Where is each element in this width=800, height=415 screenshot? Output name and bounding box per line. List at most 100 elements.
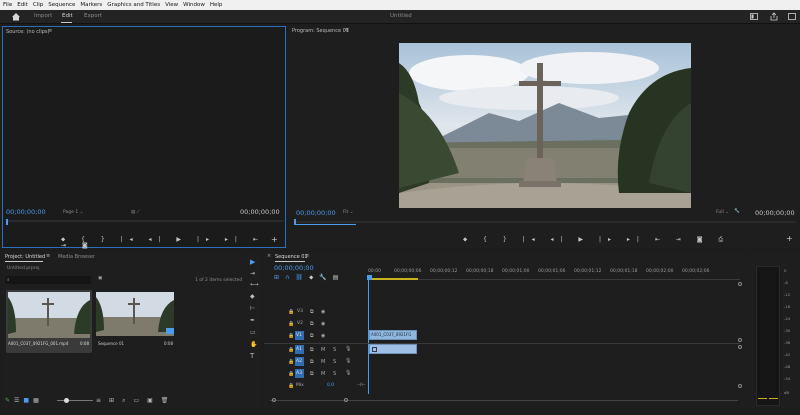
- track-target-a1[interactable]: A1: [295, 345, 304, 354]
- menu-window[interactable]: Window: [183, 2, 205, 8]
- solo-button[interactable]: S: [333, 347, 336, 353]
- project-item-sequence[interactable]: Sequence 01 0:08: [96, 290, 176, 353]
- sort-icon[interactable]: ≡: [96, 397, 109, 404]
- menu-clip[interactable]: Clip: [33, 2, 43, 8]
- sync-lock-icon[interactable]: ⧉: [310, 371, 314, 377]
- timeline-horizontal-scrollbar[interactable]: [270, 400, 738, 401]
- sync-lock-icon[interactable]: ⧉: [310, 347, 314, 353]
- tab-edit[interactable]: Edit: [62, 13, 73, 19]
- nest-icon[interactable]: ⊞: [274, 274, 285, 281]
- track-select-tool-icon[interactable]: ⇥: [250, 270, 255, 277]
- microphone-icon[interactable]: 🎙: [345, 370, 351, 376]
- source-timecode-left[interactable]: 00;00;00;00: [6, 208, 46, 216]
- scrollbar-handle-right[interactable]: [344, 398, 348, 402]
- rectangle-tool-icon[interactable]: ▭: [250, 329, 256, 336]
- timeline-toolbar[interactable]: ⊞∩⛓⬥🔧▤: [274, 274, 344, 282]
- wrench-icon[interactable]: 🔧: [734, 209, 740, 214]
- program-fit-select[interactable]: Fit ⌄: [343, 210, 353, 215]
- timeline-video-clip[interactable]: A001_C037_0921FG: [369, 330, 417, 340]
- program-add-button[interactable]: +: [786, 235, 793, 243]
- workspace-icon[interactable]: [750, 13, 758, 20]
- edit-pencil-icon[interactable]: ✎: [5, 397, 14, 404]
- freeform-view-icon[interactable]: ▦: [33, 397, 43, 404]
- timeline-audio-clip[interactable]: [369, 344, 417, 354]
- program-playhead[interactable]: [294, 219, 296, 225]
- new-bin-icon[interactable]: ▭: [133, 397, 147, 404]
- panel-menu-icon[interactable]: ≡: [46, 253, 50, 259]
- new-bin-icon[interactable]: ▣: [98, 276, 102, 281]
- mute-button[interactable]: M: [321, 371, 325, 377]
- list-view-icon[interactable]: ☰: [14, 397, 23, 404]
- tab-import[interactable]: Import: [34, 13, 52, 19]
- eye-icon[interactable]: ◉: [321, 333, 325, 339]
- sync-lock-icon[interactable]: ⧉: [310, 321, 314, 327]
- sync-lock-icon[interactable]: ⧉: [310, 359, 314, 365]
- scrollbar-handle-left[interactable]: [272, 398, 276, 402]
- track-target-v1[interactable]: V1: [295, 331, 304, 340]
- automate-icon[interactable]: ⊞: [109, 397, 122, 404]
- selection-tool-icon[interactable]: ▶: [250, 258, 255, 266]
- icon-view-icon[interactable]: ■: [23, 397, 33, 404]
- solo-button[interactable]: S: [333, 359, 336, 365]
- find-icon[interactable]: ⌕: [122, 397, 133, 404]
- linked-selection-icon[interactable]: ⛓: [295, 274, 309, 281]
- lock-icon[interactable]: 🔒: [288, 383, 294, 389]
- microphone-icon[interactable]: 🎙: [345, 358, 351, 364]
- source-playhead[interactable]: [6, 219, 8, 225]
- timeline-timecode[interactable]: 00;00;00;00: [274, 264, 314, 272]
- zoom-slider-thumb[interactable]: [64, 398, 69, 403]
- tab-media-browser[interactable]: Media Browser: [58, 254, 95, 260]
- panel-menu-icon[interactable]: ≡: [305, 253, 309, 259]
- tab-sequence[interactable]: Sequence 01: [275, 254, 308, 260]
- project-search-input[interactable]: ⌕: [5, 276, 91, 284]
- source-add-button[interactable]: +: [271, 236, 278, 244]
- new-item-icon[interactable]: ▣: [147, 397, 161, 404]
- lock-icon[interactable]: 🔒: [288, 333, 294, 339]
- program-timecode-left[interactable]: 00;00;00;00: [296, 209, 336, 217]
- program-work-area-bar[interactable]: [294, 224, 356, 225]
- track-target-a3[interactable]: A3: [295, 369, 304, 378]
- settings-icon[interactable]: 🔧: [319, 274, 332, 281]
- fullscreen-icon[interactable]: [788, 13, 796, 20]
- timeline-time-ruler[interactable]: 00;00 00;00;00;06 00;00;00;12 00;00;00;1…: [368, 268, 740, 282]
- snap-icon[interactable]: ∩: [285, 274, 295, 281]
- menu-view[interactable]: View: [165, 2, 178, 8]
- mute-button[interactable]: M: [321, 359, 325, 365]
- tab-export[interactable]: Export: [84, 13, 102, 19]
- eye-icon[interactable]: ◉: [321, 321, 325, 327]
- mix-value[interactable]: 0.0: [327, 383, 334, 388]
- microphone-icon[interactable]: 🎙: [345, 346, 351, 352]
- tab-project[interactable]: Project: Untitled: [5, 254, 45, 260]
- project-item-clip[interactable]: A001_C037_0921FG_001.mp4 0:08: [6, 290, 92, 353]
- track-target-a2[interactable]: A2: [295, 357, 304, 366]
- lock-icon[interactable]: 🔒: [288, 371, 294, 377]
- source-settings-icon[interactable]: ▤ ⟋: [131, 209, 140, 215]
- ripple-edit-tool-icon[interactable]: ⟷: [250, 281, 259, 288]
- menu-graphics-and-titles[interactable]: Graphics and Titles: [107, 2, 160, 8]
- go-to-end-icon[interactable]: ⊣⊢: [357, 382, 366, 388]
- close-icon[interactable]: ×: [267, 253, 271, 259]
- eye-icon[interactable]: ◉: [321, 309, 325, 315]
- menu-help[interactable]: Help: [210, 2, 223, 8]
- sync-lock-icon[interactable]: ⧉: [310, 309, 314, 315]
- menu-markers[interactable]: Markers: [80, 2, 102, 8]
- hand-tool-icon[interactable]: ✋: [250, 341, 257, 348]
- menu-sequence[interactable]: Sequence: [48, 2, 75, 8]
- project-bottom-toolbar[interactable]: ✎☰■▦: [5, 397, 43, 404]
- program-transport-controls[interactable]: ⬥ { } |◂ ◂| ▶ |▸ ▸| ⇤ ⇥ ◙ ⎙: [463, 237, 730, 243]
- share-icon[interactable]: [770, 12, 778, 21]
- home-icon[interactable]: [11, 12, 21, 21]
- program-time-ruler[interactable]: [294, 221, 796, 223]
- lock-icon[interactable]: 🔒: [288, 347, 294, 353]
- type-tool-icon[interactable]: T: [250, 352, 254, 360]
- panel-menu-icon[interactable]: ≡: [48, 28, 52, 34]
- sync-lock-icon[interactable]: ⧉: [310, 333, 314, 339]
- program-quality-select[interactable]: Full ⌄: [716, 210, 729, 215]
- slip-tool-icon[interactable]: ⊢: [250, 305, 255, 312]
- scroll-handle-mid[interactable]: [738, 338, 742, 342]
- scroll-handle-audio[interactable]: [738, 345, 742, 349]
- source-transport-controls[interactable]: ⬥ { } |◂ ◂| ▶ |▸ ▸| ⇤ ⇥ ◙: [61, 237, 285, 249]
- lock-icon[interactable]: 🔒: [288, 309, 294, 315]
- pen-tool-icon[interactable]: ✒: [250, 317, 255, 324]
- menu-edit[interactable]: Edit: [17, 2, 28, 8]
